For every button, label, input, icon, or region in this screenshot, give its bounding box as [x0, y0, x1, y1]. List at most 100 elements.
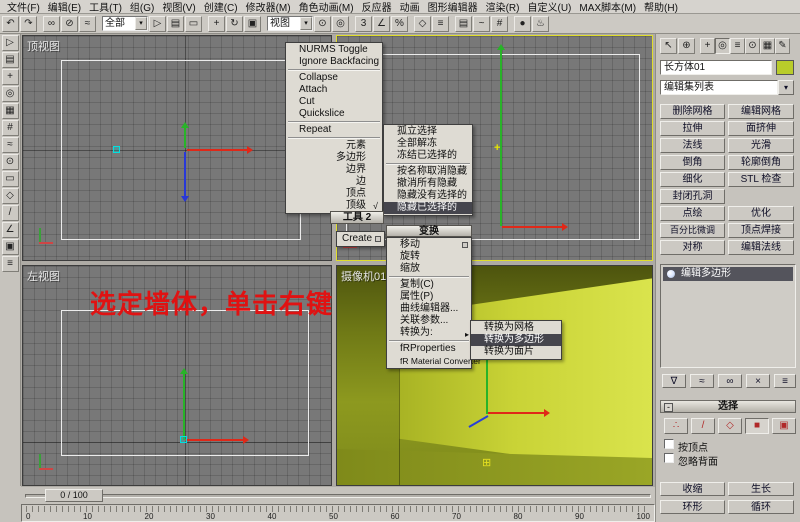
modifier-button[interactable]: 优化	[728, 206, 794, 221]
modifier-button[interactable]: 轮廓倒角	[728, 155, 794, 170]
menu-maxscript[interactable]: MAX脚本(M)	[575, 0, 640, 14]
modifier-button[interactable]: 点绘	[660, 206, 725, 221]
percent-snap-button[interactable]: %	[391, 15, 408, 32]
menu-animation[interactable]: 动画	[396, 0, 424, 14]
gizmo-y-axis[interactable]	[497, 44, 505, 226]
layer-manager-button[interactable]: ▤	[455, 15, 472, 32]
menu-graph-editors[interactable]: 图形编辑器	[424, 0, 482, 14]
viewport-camera-label[interactable]: 摄像机01	[341, 268, 386, 284]
menu-help[interactable]: 帮助(H)	[640, 0, 682, 14]
left-toolbar-icon[interactable]: ▣	[1, 239, 19, 255]
quad-menu-item-border[interactable]: 边界	[286, 164, 382, 176]
panel-arrow-icon[interactable]: ↖	[660, 38, 677, 54]
quad-menu-item-element[interactable]: 元素	[286, 140, 382, 152]
element-subobject-icon[interactable]: ▣	[772, 418, 796, 434]
material-editor-button[interactable]: ●	[514, 15, 531, 32]
border-subobject-icon[interactable]: ◇	[718, 418, 742, 434]
mirror-button[interactable]: ◇	[414, 15, 431, 32]
shrink-button[interactable]: 收缩	[660, 482, 725, 496]
move-settings-icon[interactable]	[462, 242, 468, 248]
left-toolbar-icon[interactable]: ▭	[1, 171, 19, 187]
select-and-manipulate-button[interactable]: ◎	[332, 15, 349, 32]
vertex-subobject-icon[interactable]: ∴	[664, 418, 688, 434]
modifier-button[interactable]: 倒角	[660, 155, 725, 170]
snap-toggle-button[interactable]: 3	[355, 15, 372, 32]
left-toolbar-icon[interactable]: ≡	[1, 256, 19, 272]
curve-editor-button[interactable]: ~	[473, 15, 490, 32]
schematic-view-button[interactable]: #	[491, 15, 508, 32]
quad-menu-item[interactable]: Ignore Backfacing	[286, 56, 382, 68]
submenu-item-convert-to-poly[interactable]: 转换为多边形	[471, 334, 561, 346]
selected-vertex-marker[interactable]	[180, 436, 187, 443]
make-unique-icon[interactable]: ∞	[718, 374, 742, 388]
quad-menu-item-wire-parameters[interactable]: 关联参数...	[387, 315, 471, 327]
undo-button[interactable]: ↶	[2, 15, 19, 32]
select-and-scale-button[interactable]: ▣	[244, 15, 261, 32]
align-button[interactable]: ≡	[432, 15, 449, 32]
quad-menu-item[interactable]: 孤立选择	[384, 126, 472, 138]
menu-rendering[interactable]: 渲染(R)	[482, 0, 524, 14]
select-and-link-button[interactable]: ∞	[43, 15, 60, 32]
configure-modifier-sets-icon[interactable]: ≡	[774, 374, 796, 388]
quad-menu-item-scale[interactable]: 缩放	[387, 263, 471, 275]
gizmo-x-axis[interactable]	[187, 146, 253, 154]
menu-modifiers[interactable]: 修改器(M)	[242, 0, 295, 14]
left-toolbar-icon[interactable]: ◎	[1, 86, 19, 102]
modifier-button[interactable]: 法线	[660, 138, 725, 153]
selection-filter-dropdown[interactable]: 全部 ▾	[102, 16, 148, 31]
modifier-button[interactable]: 百分比微调	[660, 223, 725, 238]
modifier-button[interactable]: 编辑网格	[728, 104, 794, 119]
polygon-subobject-icon[interactable]: ■	[745, 418, 769, 434]
quad-menu-item-properties[interactable]: 属性(P)	[387, 291, 471, 303]
select-and-move-button[interactable]: +	[208, 15, 225, 32]
left-toolbar-icon[interactable]: ◇	[1, 188, 19, 204]
viewport-left-label[interactable]: 左视图	[27, 268, 60, 284]
modifier-button[interactable]: 对称	[660, 240, 725, 255]
selection-rollout-header[interactable]: - 选择	[660, 400, 796, 413]
object-color-swatch[interactable]	[776, 60, 794, 75]
left-toolbar-icon[interactable]: #	[1, 120, 19, 136]
dropdown-arrow-icon[interactable]: ▾	[300, 17, 312, 30]
gizmo-y-axis[interactable]	[180, 368, 188, 440]
modify-tab-icon[interactable]: ◎	[715, 38, 730, 54]
quad-menu-item[interactable]: NURMS Toggle	[286, 44, 382, 56]
time-slider[interactable]: 0 / 100	[45, 489, 103, 502]
modifier-button[interactable]: 面挤伸	[728, 121, 794, 136]
menu-group[interactable]: 组(G)	[126, 0, 158, 14]
render-scene-button[interactable]: ♨	[532, 15, 549, 32]
quad-menu-item[interactable]: Collapse	[286, 72, 382, 84]
quad-menu-item[interactable]: 隐藏没有选择的	[384, 190, 472, 202]
quad-menu-item[interactable]: Attach	[286, 84, 382, 96]
quad-menu-item-frproperties[interactable]: fRProperties	[387, 343, 471, 355]
modifier-button[interactable]: 细化	[660, 172, 725, 187]
select-by-name-button[interactable]: ▤	[167, 15, 184, 32]
redo-button[interactable]: ↷	[20, 15, 37, 32]
viewport-camera[interactable]: 摄像机01 ⊞	[336, 265, 653, 486]
quad-menu-item[interactable]: Cut	[286, 96, 382, 108]
show-end-result-icon[interactable]: ≈	[690, 374, 714, 388]
quad-menu-item-hide-selection[interactable]: 隐藏已选择的	[384, 202, 472, 214]
unlink-selection-button[interactable]: ⊘	[61, 15, 78, 32]
reference-coordinate-dropdown[interactable]: 视图 ▾	[267, 16, 313, 31]
submenu-item-convert-to-mesh[interactable]: 转换为网格	[471, 322, 561, 334]
menu-views[interactable]: 视图(V)	[158, 0, 199, 14]
wall-spline-wireframe[interactable]	[61, 60, 301, 240]
modifier-button[interactable]: 删除网格	[660, 104, 725, 119]
pin-stack-icon[interactable]: ∇	[662, 374, 686, 388]
ring-button[interactable]: 环形	[660, 500, 725, 514]
select-object-button[interactable]: ▷	[149, 15, 166, 32]
quad-menu-item[interactable]: 冻结已选择的	[384, 150, 472, 162]
track-bar[interactable]: 0 10 20 30 40 50 60 70 80 90 100	[21, 504, 655, 522]
use-center-button[interactable]: ⊙	[314, 15, 331, 32]
select-and-rotate-button[interactable]: ↻	[226, 15, 243, 32]
gizmo-x-axis[interactable]	[488, 409, 550, 417]
modifier-stack-list[interactable]: 编辑多边形	[660, 264, 796, 368]
quad-menu-item-clone[interactable]: 复制(C)	[387, 279, 471, 291]
viewport-top-label[interactable]: 顶视图	[27, 38, 60, 54]
loop-button[interactable]: 循环	[728, 500, 794, 514]
bind-to-space-warp-button[interactable]: ≈	[79, 15, 96, 32]
selection-region-button[interactable]: ▭	[185, 15, 202, 32]
modifier-list-arrow-icon[interactable]: ▾	[778, 80, 794, 95]
create-tab-icon[interactable]: +	[700, 38, 715, 54]
modifier-button[interactable]: 编辑法线	[728, 240, 794, 255]
